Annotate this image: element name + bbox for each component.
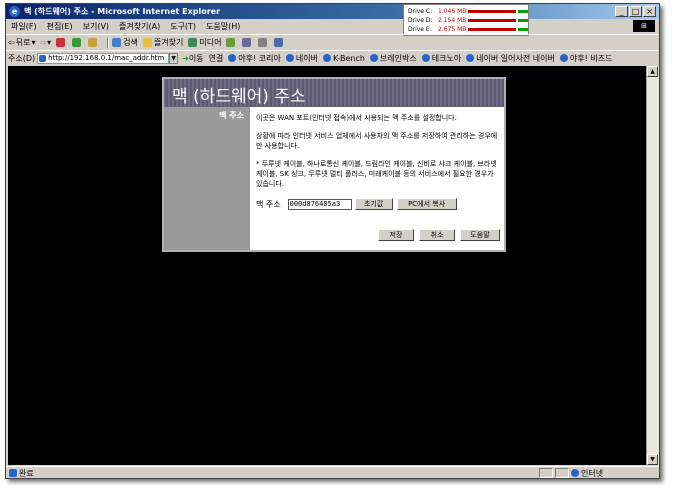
page-icon: [39, 54, 47, 62]
link-icon: [369, 54, 378, 62]
go-button[interactable]: ➜이동: [182, 53, 203, 64]
address-label: 주소(D): [8, 53, 36, 63]
page-title: 맥 (하드웨어) 주소: [172, 87, 306, 107]
history-button[interactable]: [226, 37, 237, 47]
link-brainbox[interactable]: 브레인박스: [369, 53, 417, 64]
link-icon: [228, 54, 237, 62]
sidebar-label: 맥 주소: [219, 111, 244, 120]
star-icon: [142, 37, 152, 47]
globe-icon: [571, 469, 579, 477]
link-kbench[interactable]: K-Bench: [322, 54, 365, 63]
scroll-down-icon[interactable]: ▼: [647, 454, 658, 465]
browser-window: e 맥 (하드웨어) 주소 - Microsoft Internet Explo…: [5, 3, 660, 479]
edit-icon: [274, 37, 284, 47]
link-yahoo-biz[interactable]: 야후! 비즈드: [559, 53, 612, 64]
favorites-button[interactable]: 즐겨찾기: [142, 37, 183, 48]
panel-header: 맥 (하드웨어) 주소: [164, 79, 504, 107]
security-zone: 인터넷: [571, 468, 603, 479]
mac-address-input[interactable]: 000d876405a3: [287, 198, 352, 210]
save-button[interactable]: 저장: [378, 229, 414, 241]
cancel-button[interactable]: 취소: [419, 229, 455, 241]
standard-toolbar: ⇦ 뒤로 ▾ ⇨ ▾ 검색 즐겨찾기 미디어: [6, 34, 659, 49]
link-technoa[interactable]: 테크노아: [421, 53, 461, 64]
media-button[interactable]: 미디어: [188, 37, 221, 48]
menu-edit[interactable]: 편집(E): [42, 21, 78, 32]
reset-default-button[interactable]: 초기값: [354, 198, 393, 210]
close-button[interactable]: ×: [643, 6, 656, 17]
search-button[interactable]: 검색: [112, 37, 138, 48]
chevron-down-icon: ▾: [31, 37, 36, 47]
mail-icon: [242, 37, 252, 47]
home-button[interactable]: [88, 37, 99, 47]
search-icon: [112, 37, 122, 47]
chevron-down-icon: ▾: [47, 37, 52, 47]
window-title: 맥 (하드웨어) 주소 - Microsoft Internet Explore…: [24, 7, 221, 16]
address-dropdown-button[interactable]: ▼: [169, 52, 179, 64]
menu-favorites[interactable]: 즐겨찾기(A): [114, 21, 165, 32]
media-icon: [188, 37, 198, 47]
link-icon: [466, 54, 475, 62]
address-input[interactable]: http://192.168.0.1/mac_addr.htm: [37, 52, 170, 64]
menu-view[interactable]: 보기(V): [78, 21, 114, 32]
mail-button[interactable]: [242, 37, 253, 47]
stop-button[interactable]: [56, 37, 67, 47]
edit-button[interactable]: [274, 37, 285, 47]
forward-arrow-icon: ⇨: [40, 37, 48, 47]
status-text: 완료: [19, 468, 34, 478]
page-done-icon: [9, 469, 17, 477]
description-paragraph: * 두루넷 케이블, 하나로통신 케이블, 드림라인 케이블, 신비로 샤크 케…: [256, 160, 497, 188]
home-icon: [88, 37, 98, 47]
link-naver[interactable]: 네이버: [285, 53, 318, 64]
panel-description: 이곳은 WAN 포트(인터넷 접속)에서 사용되는 맥 주소를 설정합니다. 상…: [256, 113, 500, 197]
refresh-icon: [72, 37, 82, 47]
panel-sidebar: 맥 주소: [164, 107, 250, 250]
status-cell: [539, 468, 553, 478]
refresh-button[interactable]: [72, 37, 83, 47]
history-icon: [226, 37, 236, 47]
separator: [107, 36, 110, 48]
link-icon: [559, 54, 568, 62]
mac-address-panel: 맥 (하드웨어) 주소 맥 주소 이곳은 WAN 포트(인터넷 접속)에서 사용…: [162, 77, 506, 252]
maximize-button[interactable]: □: [629, 6, 642, 17]
windows-logo-icon: ⊞: [633, 20, 655, 32]
status-cell: [555, 468, 569, 478]
page-viewport: 맥 (하드웨어) 주소 맥 주소 이곳은 WAN 포트(인터넷 접속)에서 사용…: [8, 66, 646, 465]
print-button[interactable]: [258, 37, 269, 47]
go-arrow-icon: ➜: [182, 53, 189, 63]
link-yahoo-korea[interactable]: 야후! 코리아: [228, 53, 281, 64]
print-icon: [258, 37, 268, 47]
menu-bar: 파일(F) 편집(E) 보기(V) 즐겨찾기(A) 도구(T) 도움말(H): [6, 19, 659, 33]
link-naver-jpdic[interactable]: 네이버 일어사전 네이버: [466, 53, 555, 64]
back-arrow-icon: ⇦: [8, 37, 15, 47]
title-bar: e 맥 (하드웨어) 주소 - Microsoft Internet Explo…: [6, 4, 659, 19]
ie-icon: e: [9, 6, 20, 17]
description-paragraph: 이곳은 WAN 포트(인터넷 접속)에서 사용되는 맥 주소를 설정합니다.: [256, 114, 457, 122]
link-icon: [421, 54, 430, 62]
back-button[interactable]: ⇦ 뒤로 ▾: [8, 37, 35, 48]
address-bar: 주소(D) http://192.168.0.1/mac_addr.htm ▼ …: [6, 50, 659, 65]
mac-address-row: 맥 주소 000d876405a3 초기값 PC에서 복사: [256, 198, 457, 210]
link-icon: [322, 54, 331, 62]
vertical-scrollbar[interactable]: ▲ ▼: [646, 66, 659, 465]
action-buttons: 저장 취소 도움말: [378, 229, 500, 241]
menu-file[interactable]: 파일(F): [6, 21, 42, 32]
mac-address-label: 맥 주소: [256, 199, 281, 209]
help-button[interactable]: 도움말: [460, 229, 500, 241]
links-label: 연결: [208, 53, 224, 63]
description-paragraph: 상황에 따라 인터넷 서비스 업체에서 사용자의 맥 주소를 저장하여 관리하는…: [256, 132, 498, 150]
drive-usage-bar: [468, 9, 528, 13]
forward-button[interactable]: ⇨ ▾: [40, 38, 51, 47]
menu-tools[interactable]: 도구(T): [165, 21, 201, 32]
menu-help[interactable]: 도움말(H): [201, 21, 245, 32]
stop-icon: [56, 37, 66, 47]
link-icon: [285, 54, 294, 62]
minimize-button[interactable]: _: [615, 6, 628, 17]
copy-from-pc-button[interactable]: PC에서 복사: [396, 198, 457, 210]
status-bar: 완료 인터넷: [6, 466, 659, 479]
scroll-up-icon[interactable]: ▲: [647, 66, 658, 77]
